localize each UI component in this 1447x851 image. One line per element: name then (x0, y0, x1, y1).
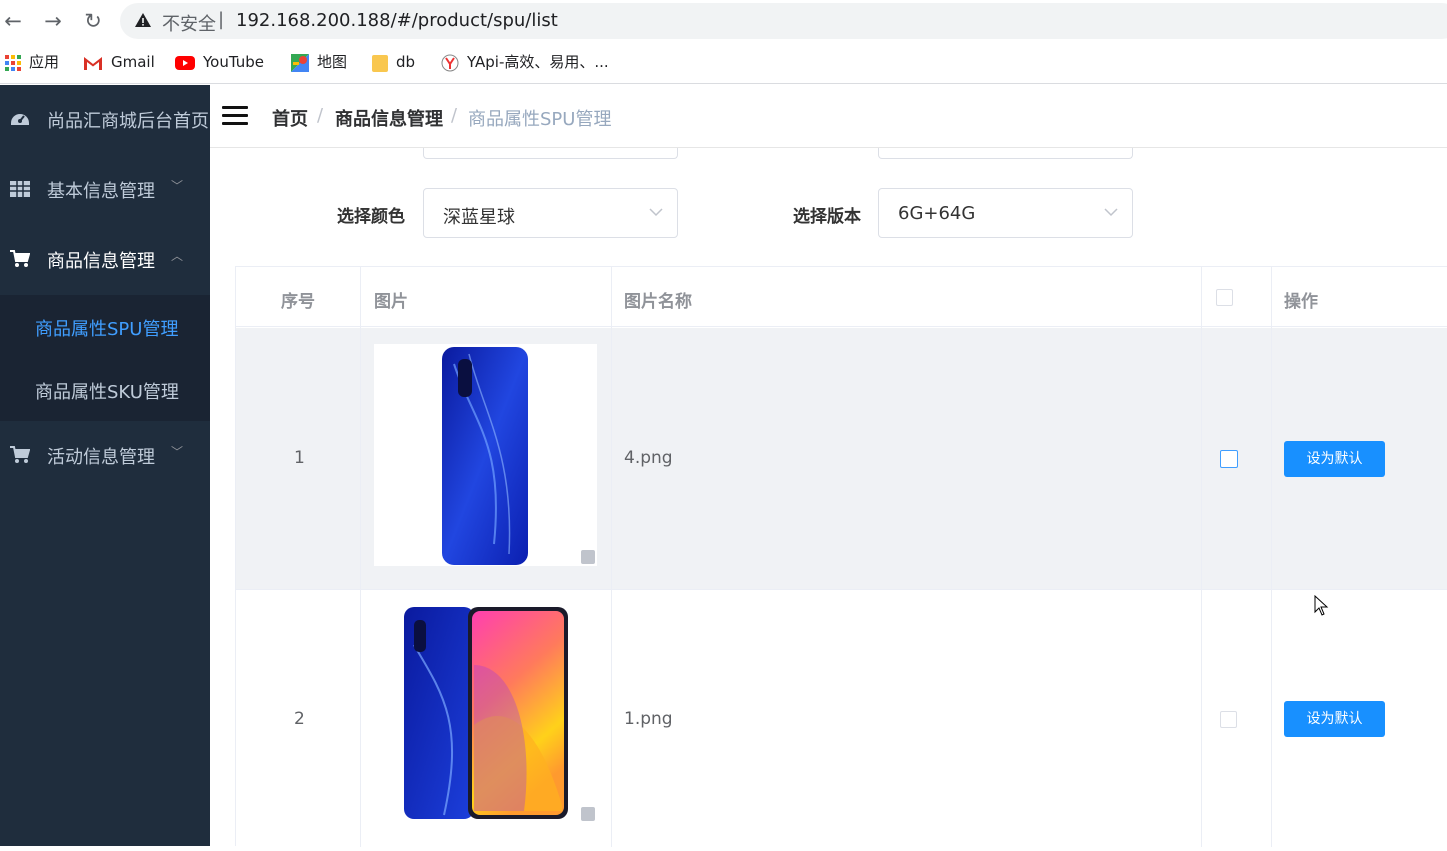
insecure-label: 不安全 (162, 14, 216, 35)
breadcrumb-separator: / (451, 105, 458, 126)
sidebar-subitem-label: 商品属性SKU管理 (35, 382, 179, 403)
chevron-down-icon: ﹀ (171, 445, 184, 459)
breadcrumb-section[interactable]: 商品信息管理 (335, 105, 443, 131)
bookmark-label: YouTube (203, 53, 264, 71)
yapi-icon (441, 54, 459, 71)
gmail-icon (84, 56, 102, 70)
zoom-icon[interactable] (581, 550, 595, 564)
zoom-icon[interactable] (581, 807, 595, 821)
row-index: 1 (294, 448, 305, 468)
address-bar[interactable]: 不安全 | 192.168.200.188/#/product/spu/list (120, 3, 1447, 39)
bookmark-yapi[interactable]: YApi-高效、易用、... (441, 52, 609, 74)
phone-front-back-image (404, 607, 568, 819)
breadcrumb-separator: / (317, 105, 324, 126)
header-index: 序号 (281, 292, 315, 312)
select-all-checkbox[interactable] (1216, 289, 1233, 306)
sidebar-item-product-info[interactable]: 商品信息管理 ︿ (0, 225, 210, 293)
row-checkbox[interactable] (1220, 711, 1237, 728)
sidebar-item-label: 活动信息管理 (47, 447, 155, 468)
top-header: 首页 / 商品信息管理 / 商品属性SPU管理 (210, 85, 1447, 148)
bookmarks-bar: 应用 Gmail YouTube 地图 db YApi-高效、易用、... (0, 42, 1447, 84)
chevron-down-icon: ﹀ (171, 179, 184, 193)
column-divider (360, 267, 361, 847)
sidebar-subitem-label: 商品属性SPU管理 (35, 319, 179, 340)
color-label: 选择颜色 (337, 207, 405, 227)
apps-grid-icon (5, 54, 21, 71)
reload-icon[interactable]: ↻ (80, 8, 106, 34)
url-text[interactable]: 192.168.200.188/#/product/spu/list (236, 10, 558, 31)
bookmark-label: db (396, 53, 416, 71)
bookmark-db[interactable]: db (372, 52, 415, 74)
product-image[interactable] (374, 344, 597, 566)
color-select-value: 深蓝星球 (443, 207, 515, 228)
set-default-button[interactable]: 设为默认 (1284, 441, 1385, 477)
sidebar-subitem-spu[interactable]: 商品属性SPU管理 (0, 295, 210, 358)
sidebar-item-activity-info[interactable]: 活动信息管理 ﹀ (0, 421, 210, 489)
chevron-down-icon (649, 208, 663, 217)
chevron-down-icon (1104, 208, 1118, 217)
back-icon[interactable]: ← (0, 8, 26, 34)
sidebar-item-label: 尚品汇商城后台首页 (47, 111, 209, 132)
column-divider (1201, 267, 1202, 847)
sidebar-item-basic-info[interactable]: 基本信息管理 ﹀ (0, 155, 210, 223)
image-table: 序号 图片 图片名称 操作 1 4.png 设为默认 2 1.png 设为默认 (235, 266, 1447, 851)
bookmark-gmail[interactable]: Gmail (83, 52, 155, 74)
version-select[interactable]: 6G+64G (878, 188, 1133, 238)
phone-back-image (442, 347, 528, 565)
sidebar-item-label: 商品信息管理 (47, 251, 155, 272)
cart-icon (10, 446, 30, 463)
maps-icon (291, 53, 309, 72)
sidebar-subitem-sku[interactable]: 商品属性SKU管理 (0, 358, 210, 421)
bookmark-label: 应用 (29, 53, 60, 71)
row-image-name: 4.png (624, 448, 673, 468)
sidebar: 尚品汇商城后台首页 基本信息管理 ﹀ 商品信息管理 ︿ 商品属性SPU管理 商品… (0, 85, 210, 846)
address-separator: | (218, 9, 225, 30)
table-icon (10, 181, 30, 197)
browser-toolbar: ← → ↻ 不安全 | 192.168.200.188/#/product/sp… (0, 0, 1447, 42)
row-index: 2 (294, 709, 305, 729)
bookmark-label: YApi-高效、易用、... (467, 53, 609, 71)
color-select[interactable]: 深蓝星球 (423, 188, 678, 238)
product-image[interactable] (374, 605, 597, 823)
sidebar-item-label: 基本信息管理 (47, 181, 155, 202)
bookmark-maps[interactable]: 地图 (291, 52, 347, 74)
version-label: 选择版本 (793, 207, 861, 227)
breadcrumb-current: 商品属性SPU管理 (468, 109, 612, 130)
table-row: 1 4.png 设为默认 (236, 328, 1447, 590)
hidden-select-1[interactable] (423, 148, 678, 159)
bookmark-youtube[interactable]: YouTube (175, 52, 264, 74)
row-image-name: 1.png (624, 709, 673, 729)
youtube-icon (175, 55, 195, 70)
warning-icon (135, 13, 151, 27)
dashboard-icon (11, 114, 29, 125)
cart-icon (10, 250, 30, 267)
row-checkbox[interactable] (1220, 450, 1238, 468)
mouse-cursor-icon (1314, 595, 1329, 616)
header-image-name: 图片名称 (624, 292, 692, 312)
bookmark-label: 地图 (317, 53, 348, 71)
bookmark-apps[interactable]: 应用 (5, 52, 59, 74)
table-row: 2 1.png 设为默认 (236, 591, 1447, 851)
table-header-row: 序号 图片 图片名称 操作 (236, 267, 1447, 327)
hidden-select-2[interactable] (878, 148, 1133, 159)
version-select-value: 6G+64G (898, 203, 976, 224)
chevron-up-icon: ︿ (171, 249, 184, 263)
forward-icon[interactable]: → (40, 8, 66, 34)
set-default-button[interactable]: 设为默认 (1284, 701, 1385, 737)
sidebar-item-home[interactable]: 尚品汇商城后台首页 (0, 85, 210, 153)
folder-icon (372, 54, 388, 72)
breadcrumb-home[interactable]: 首页 (272, 105, 308, 131)
column-divider (611, 267, 612, 847)
header-image: 图片 (374, 292, 408, 312)
menu-toggle-icon[interactable] (222, 106, 248, 126)
bookmark-label: Gmail (111, 53, 155, 71)
header-action: 操作 (1284, 292, 1318, 312)
column-divider (1271, 267, 1272, 847)
